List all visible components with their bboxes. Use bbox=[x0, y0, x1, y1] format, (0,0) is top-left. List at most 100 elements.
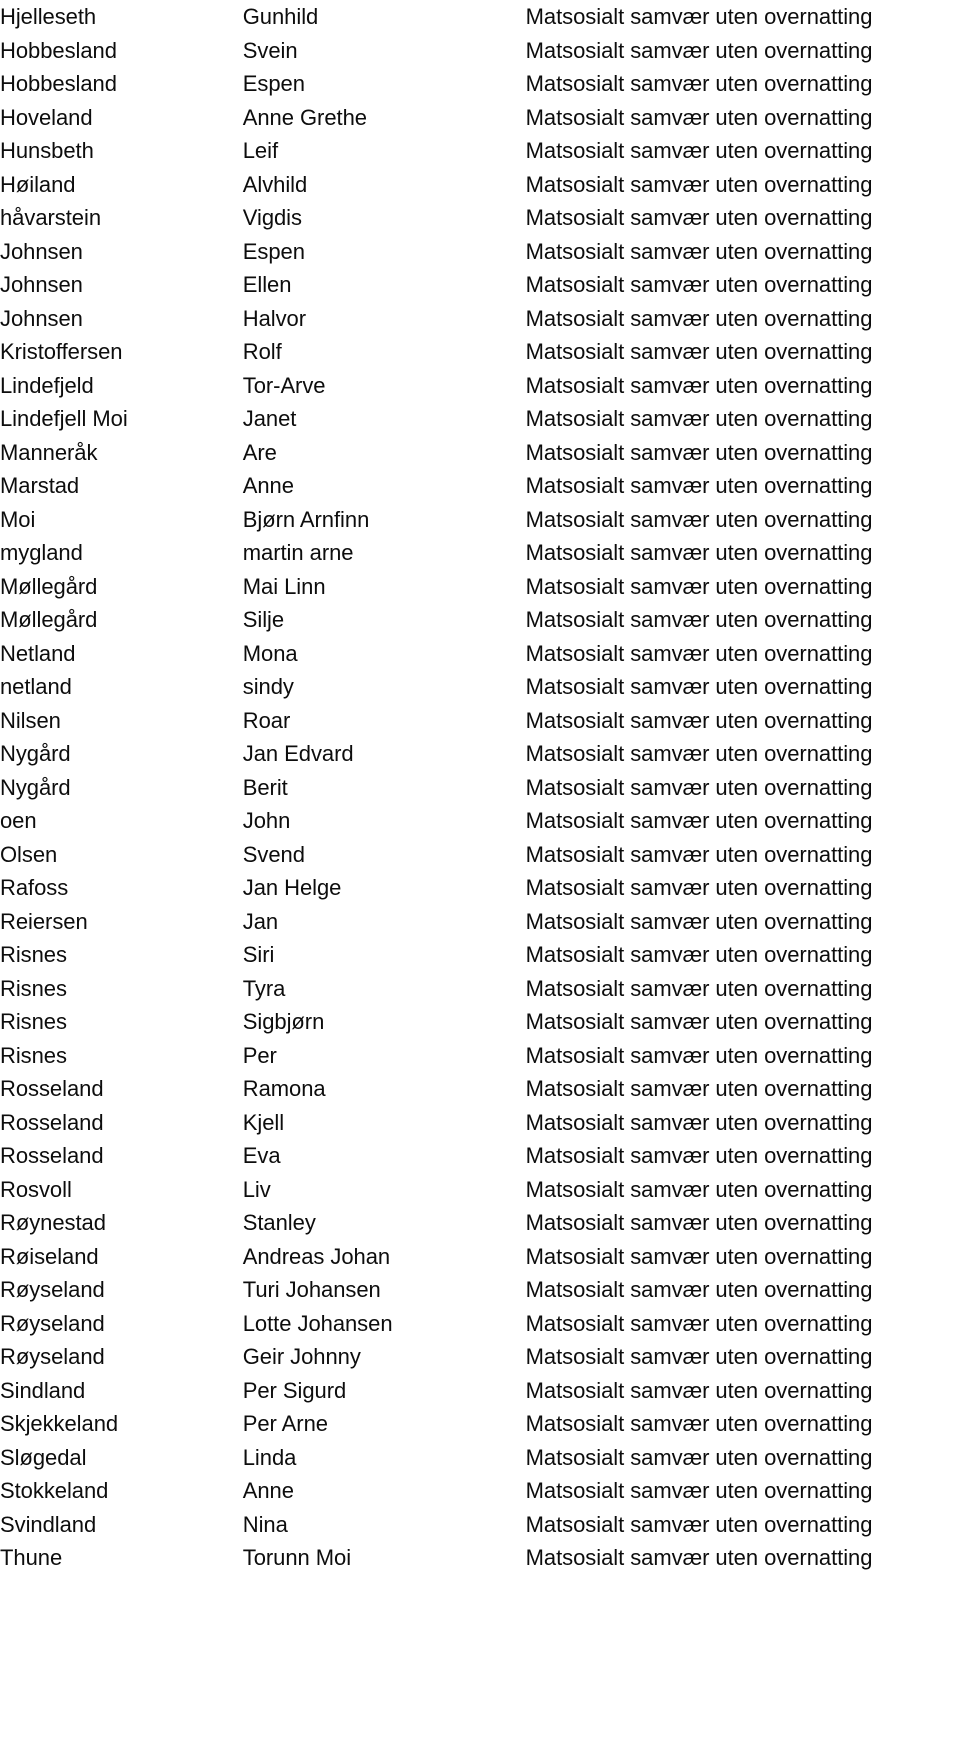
table-row: Nygård Berit Matsosialt samvær uten overna… bbox=[0, 771, 960, 805]
cell-first-name: Anne Grethe bbox=[242, 104, 367, 130]
cell-first-name: Mai Linn bbox=[242, 573, 326, 599]
cell-activity: Matsosialt samvær uten overnatting bbox=[525, 37, 873, 63]
cell-surname: Hjelleseth bbox=[0, 4, 97, 29]
cell-surname: Rafoss bbox=[0, 875, 69, 900]
cell-first-name: Berit bbox=[242, 774, 288, 800]
table-row: Røiseland Andreas Johan Matsosialt samvær … bbox=[0, 1240, 960, 1274]
cell-surname: Netland bbox=[0, 640, 76, 666]
cell-surname: Rosseland bbox=[0, 1143, 104, 1168]
cell-activity: Matsosialt samvær uten overnatting bbox=[525, 875, 873, 900]
table-row: Risnes Per Matsosialt samvær uten overnatt… bbox=[0, 1039, 960, 1073]
table-row: netland sindy Matsosialt samvær uten overn… bbox=[0, 670, 960, 704]
cell-first-name: Espen bbox=[242, 238, 305, 264]
cell-first-name: Tyra bbox=[242, 975, 286, 1001]
cell-first-name: Nina bbox=[242, 1511, 288, 1537]
cell-surname: Røyseland bbox=[0, 1277, 105, 1302]
cell-surname: Risnes bbox=[0, 1009, 67, 1034]
cell-surname: mygland bbox=[0, 540, 83, 565]
table-row: Johnsen Halvor Matsosialt samvær uten over… bbox=[0, 302, 960, 336]
cell-activity: Matsosialt samvær uten overnatting bbox=[525, 1076, 873, 1101]
table-row: Rosseland Ramona Matsosialt samvær uten ov… bbox=[0, 1072, 960, 1106]
cell-activity: Matsosialt samvær uten overnatting bbox=[525, 1210, 873, 1235]
cell-activity: Matsosialt samvær uten overnatting bbox=[525, 1377, 873, 1403]
table-row: Sindland Per Sigurd Matsosialt samvær uten… bbox=[0, 1374, 960, 1408]
cell-activity: Matsosialt samvær uten overnatting bbox=[525, 104, 873, 130]
cell-first-name: Rolf bbox=[242, 339, 282, 364]
cell-surname: Hobbesland bbox=[0, 71, 117, 96]
table-row: Risnes Sigbjørn Matsosialt samvær uten ove… bbox=[0, 1005, 960, 1039]
table-row: Nygård Jan Edvard Matsosialt samvær uten o… bbox=[0, 737, 960, 771]
table-row: oen John Matsosialt samvær uten overnattin… bbox=[0, 804, 960, 838]
cell-activity: Matsosialt samvær uten overnatting bbox=[525, 305, 873, 331]
table-row: Skjekkeland Per Arne Matsosialt samvær ute… bbox=[0, 1407, 960, 1441]
cell-surname: Manneråk bbox=[0, 439, 98, 465]
cell-first-name: Turi Johansen bbox=[242, 1277, 381, 1302]
cell-activity: Matsosialt samvær uten overnatting bbox=[525, 473, 873, 498]
cell-activity: Matsosialt samvær uten overnatting bbox=[525, 1109, 873, 1135]
cell-activity: Matsosialt samvær uten overnatting bbox=[525, 808, 873, 833]
cell-surname: Møllegård bbox=[0, 573, 98, 599]
cell-activity: Matsosialt samvær uten overnatting bbox=[525, 573, 873, 599]
cell-surname: Moi bbox=[0, 506, 36, 532]
cell-first-name: Geir Johnny bbox=[242, 1344, 361, 1369]
cell-activity: Matsosialt samvær uten overnatting bbox=[525, 640, 873, 666]
cell-first-name: Bjørn Arnfinn bbox=[242, 506, 370, 532]
cell-activity: Matsosialt samvær uten overnatting bbox=[525, 707, 873, 733]
table-row: Risnes Siri Matsosialt samvær uten overnat… bbox=[0, 938, 960, 972]
cell-activity: Matsosialt samvær uten overnatting bbox=[525, 1176, 873, 1202]
cell-surname: håvarstein bbox=[0, 205, 102, 230]
table-row: Møllegård Mai Linn Matsosialt samvær uten … bbox=[0, 570, 960, 604]
cell-activity: Matsosialt samvær uten overnatting bbox=[525, 372, 873, 398]
cell-activity: Matsosialt samvær uten overnatting bbox=[525, 1344, 873, 1369]
cell-activity: Matsosialt samvær uten overnatting bbox=[525, 1545, 873, 1570]
table-row: mygland martin arne Matsosialt samvær uten… bbox=[0, 536, 960, 570]
cell-activity: Matsosialt samvær uten overnatting bbox=[525, 339, 873, 364]
cell-surname: Johnsen bbox=[0, 305, 83, 331]
cell-first-name: Janet bbox=[242, 406, 297, 431]
cell-first-name: martin arne bbox=[242, 540, 354, 565]
cell-first-name: Jan Edvard bbox=[242, 741, 354, 766]
cell-first-name: Leif bbox=[242, 138, 279, 163]
cell-activity: Matsosialt samvær uten overnatting bbox=[525, 1042, 873, 1068]
cell-surname: Nygård bbox=[0, 741, 71, 766]
cell-activity: Matsosialt samvær uten overnatting bbox=[525, 506, 873, 532]
table-row: Netland Mona Matsosialt samvær uten overna… bbox=[0, 637, 960, 671]
cell-activity: Matsosialt samvær uten overnatting bbox=[525, 841, 873, 867]
cell-first-name: Sigbjørn bbox=[242, 1009, 325, 1034]
cell-first-name: Ramona bbox=[242, 1076, 326, 1101]
cell-first-name: Roar bbox=[242, 707, 291, 733]
table-row: Røyseland Lotte Johansen Matsosialt samvær… bbox=[0, 1307, 960, 1341]
cell-surname: Johnsen bbox=[0, 272, 83, 297]
cell-first-name: Eva bbox=[242, 1143, 281, 1168]
cell-activity: Matsosialt samvær uten overnatting bbox=[525, 1511, 873, 1537]
cell-first-name: Tor-Arve bbox=[242, 372, 326, 398]
cell-activity: Matsosialt samvær uten overnatting bbox=[525, 1243, 873, 1269]
cell-first-name: Anne bbox=[242, 1478, 294, 1503]
cell-first-name: Stanley bbox=[242, 1210, 316, 1235]
cell-activity: Matsosialt samvær uten overnatting bbox=[525, 942, 873, 967]
cell-first-name: Kjell bbox=[242, 1109, 285, 1135]
cell-surname: Møllegård bbox=[0, 607, 98, 632]
cell-surname: Risnes bbox=[0, 1042, 67, 1068]
cell-activity: Matsosialt samvær uten overnatting bbox=[525, 138, 873, 163]
cell-activity: Matsosialt samvær uten overnatting bbox=[525, 439, 873, 465]
table-row: Marstad Anne Matsosialt samvær uten overna… bbox=[0, 469, 960, 503]
table-row: Hunsbeth Leif Matsosialt samvær uten overn… bbox=[0, 134, 960, 168]
table-row: Rafoss Jan Helge Matsosialt samvær uten ov… bbox=[0, 871, 960, 905]
cell-first-name: Svein bbox=[242, 37, 298, 63]
cell-surname: Rosseland bbox=[0, 1109, 104, 1135]
cell-activity: Matsosialt samvær uten overnatting bbox=[525, 975, 873, 1001]
cell-surname: Risnes bbox=[0, 942, 67, 967]
table-row: Hobbesland Svein Matsosialt samvær uten ov… bbox=[0, 34, 960, 68]
cell-surname: Hoveland bbox=[0, 104, 93, 130]
cell-surname: Lindefjell Moi bbox=[0, 406, 128, 431]
cell-activity: Matsosialt samvær uten overnatting bbox=[525, 272, 873, 297]
cell-surname: Nygård bbox=[0, 774, 71, 800]
table-row: Lindefjell Moi Janet Matsosialt samvær ute… bbox=[0, 402, 960, 436]
cell-surname: Nilsen bbox=[0, 707, 61, 733]
cell-activity: Matsosialt samvær uten overnatting bbox=[525, 1310, 873, 1336]
table-row: Høiland Alvhild Matsosialt samvær uten ove… bbox=[0, 168, 960, 202]
table-row: Røynestad Stanley Matsosialt samvær uten o… bbox=[0, 1206, 960, 1240]
table-row: Nilsen Roar Matsosialt samvær uten overnat… bbox=[0, 704, 960, 738]
cell-first-name: Andreas Johan bbox=[242, 1243, 391, 1269]
